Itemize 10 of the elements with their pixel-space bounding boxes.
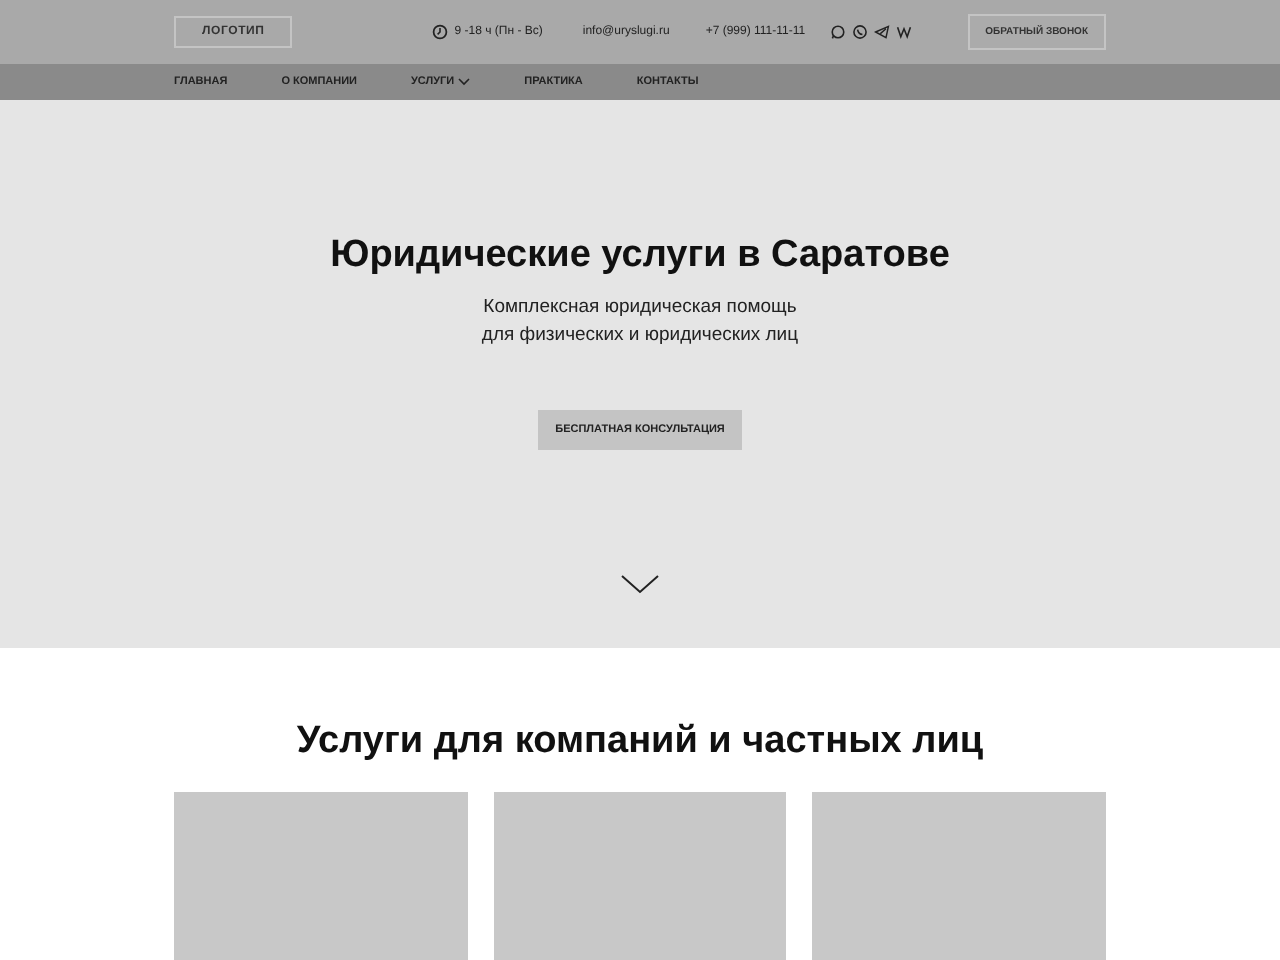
chat-icon[interactable]	[829, 24, 846, 40]
zigzag-icon[interactable]	[895, 24, 912, 40]
hero-title: Юридические услуги в Саратове	[330, 234, 950, 278]
chevron-down-icon[interactable]	[620, 574, 660, 594]
section-title: Услуги для компаний и частных лиц	[294, 720, 986, 764]
hero-subtitle: для физических и юридических лиц	[481, 324, 799, 346]
phone-bubble-icon[interactable]	[851, 24, 868, 40]
paper-plane-icon[interactable]	[873, 24, 890, 40]
clock-icon	[432, 24, 449, 40]
hero-subtitle: Комплексная юридическая помощь	[483, 296, 797, 318]
